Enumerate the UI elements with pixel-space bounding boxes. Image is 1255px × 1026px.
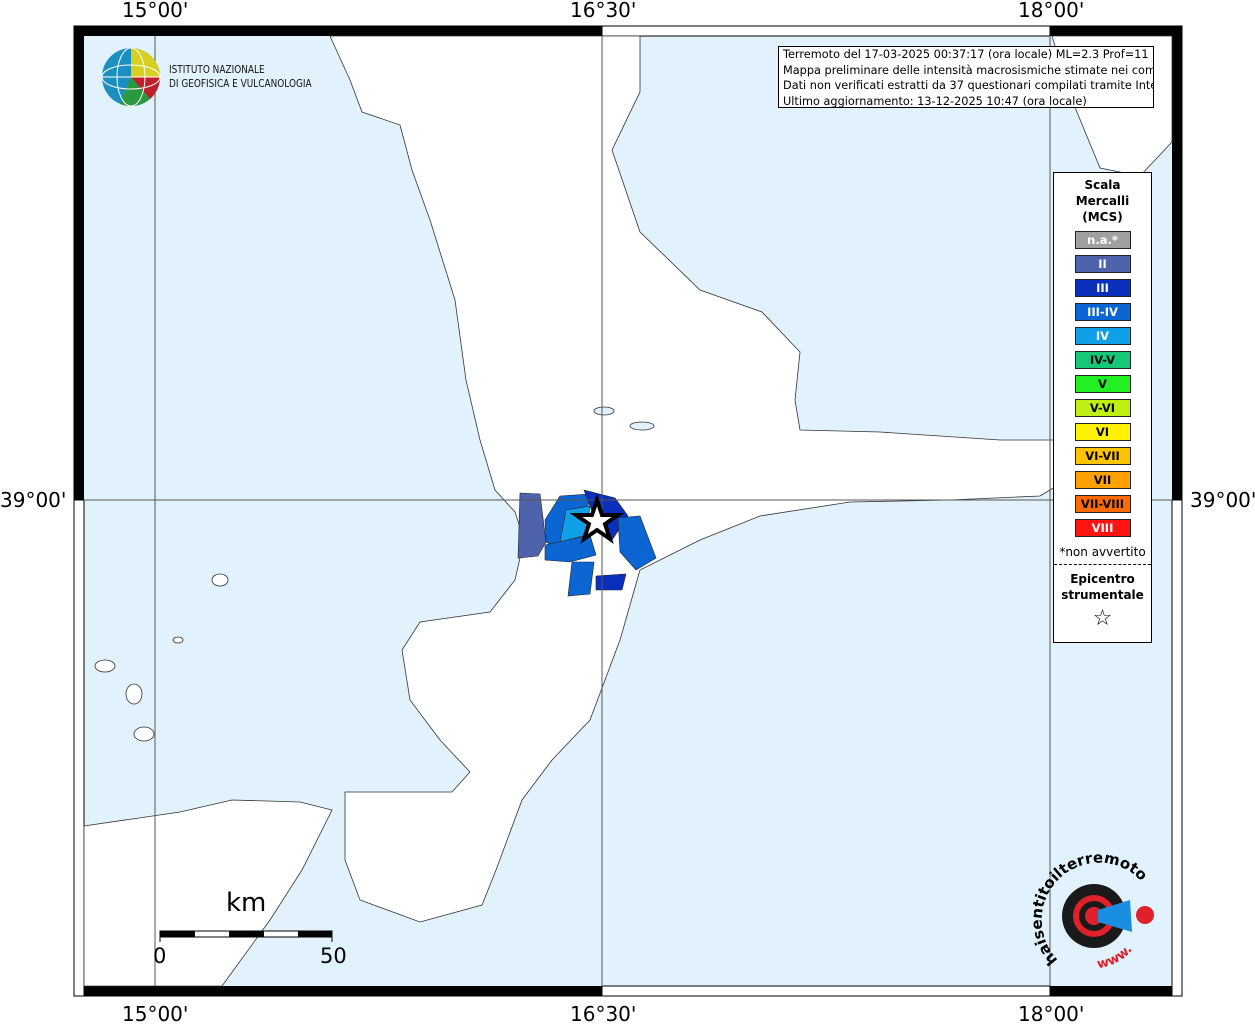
legend-item: V [1074,375,1131,393]
island [94,659,116,673]
legend-title-line: Mercalli [1075,194,1130,208]
lat-label-left: 39°00' [0,488,67,512]
legend-title: Scala Mercalli (MCS) [1054,177,1151,225]
lat-label-right: 39°00' [1190,488,1255,512]
event-info-line: Mappa preliminare delle intensità macros… [783,63,1154,77]
ingv-line2: DI GEOFISICA E VULCANOLOGIA [169,78,312,90]
island [133,726,155,742]
legend-item: n.a.* [1074,231,1131,249]
legend-epicenter-line: Epicentro [1070,572,1135,586]
island [172,636,184,644]
legend-item: IV [1074,327,1131,345]
legend-title-line: (MCS) [1082,210,1123,224]
island [211,573,229,587]
scale-min: 0 [153,944,167,968]
legend-item: V-VI [1074,399,1131,417]
legend-star-icon: ☆ [1092,606,1113,631]
comune-intensity-III-IV [567,561,595,597]
lon-label-bottom: 16°30' [570,1002,637,1026]
island [125,683,143,705]
ingv-line1: ISTITUTO NAZIONALE [169,64,265,76]
legend-item: III-IV [1074,303,1131,321]
legend-item: VI [1074,423,1131,441]
legend-item: VI-VII [1074,447,1131,465]
lake [629,421,655,431]
scale-max: 50 [320,944,347,968]
mcs-legend: Scala Mercalli (MCS) n.a.* II III III-IV IV I… [1053,172,1152,643]
lon-label-top: 15°00' [122,0,189,22]
legend-item: VIII [1074,519,1131,537]
legend-na-note: *non avvertito [1059,545,1146,559]
legend-item: VII [1074,471,1131,489]
legend-item: VII-VIII [1074,495,1131,513]
lon-label-top: 16°30' [570,0,637,22]
legend-item: II [1074,255,1131,273]
comune-intensity-III [595,573,627,591]
lake [593,406,615,416]
event-info-line: Ultimo aggiornamento: 13-12-2025 10:47 (… [783,94,1087,108]
legend-epicenter-line: strumentale [1061,588,1144,602]
legend-item: IV-V [1074,351,1131,369]
event-info-box: Terremoto del 17-03-2025 00:37:17 (ora l… [778,46,1154,108]
legend-title-line: Scala [1084,178,1121,192]
event-info-line: Dati non verificati estratti da 37 quest… [783,79,1154,92]
scale-unit: km [226,888,267,918]
lon-label-bottom: 18°00' [1018,1002,1085,1026]
ingv-logo-icon [101,47,161,107]
legend-item: III [1074,279,1131,297]
lon-label-top: 18°00' [1018,0,1085,22]
lon-label-bottom: 15°00' [122,1002,189,1026]
legend-items: n.a.* II III III-IV IV IV-V V V-VI VI VI-VII VII VI… [1054,231,1151,537]
legend-epicenter-title: Epicentro strumentale [1054,571,1151,603]
event-info-line: Terremoto del 17-03-2025 00:37:17 (ora l… [783,48,1154,61]
legend-divider [1054,564,1151,565]
ingv-name: ISTITUTO NAZIONALE DI GEOFISICA E VULCAN… [169,63,312,91]
